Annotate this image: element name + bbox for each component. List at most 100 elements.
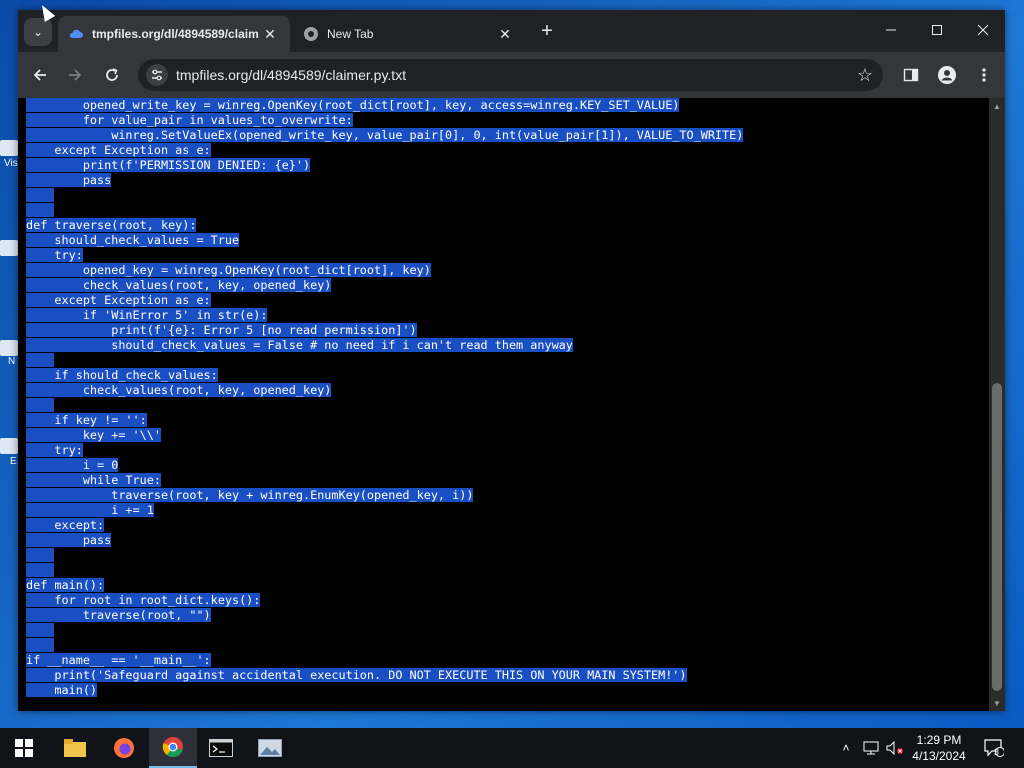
code-line-text: should_check_values = False # no need if…	[26, 338, 573, 352]
desktop-icon[interactable]	[0, 240, 18, 256]
code-line	[26, 188, 743, 203]
browser-toolbar: tmpfiles.org/dl/4894589/claimer.py.txt ☆	[18, 52, 1005, 98]
close-tab-icon[interactable]: ✕	[495, 26, 515, 43]
reload-button[interactable]	[99, 62, 125, 88]
code-line: key += '\\'	[26, 428, 743, 443]
notification-center-button[interactable]: 3	[980, 728, 1008, 768]
maximize-icon	[932, 25, 942, 35]
clock-time: 1:29 PM	[916, 733, 962, 747]
code-line: pass	[26, 173, 743, 188]
start-button[interactable]	[0, 728, 48, 768]
network-status[interactable]	[860, 728, 882, 768]
desktop-icon[interactable]	[0, 140, 18, 156]
tab-new-tab[interactable]: New Tab ✕	[293, 16, 525, 52]
code-line-text	[26, 563, 55, 577]
code-line-text	[26, 548, 55, 562]
terminal-icon	[209, 739, 233, 757]
chevron-up-icon: ˄	[842, 741, 850, 755]
menu-button[interactable]	[973, 64, 995, 86]
code-line-text: except Exception as e:	[26, 143, 211, 157]
code-line: print('Safeguard against accidental exec…	[26, 668, 743, 683]
photos-icon	[258, 739, 282, 757]
code-line: except Exception as e:	[26, 293, 743, 308]
code-line-text: opened_write_key = winreg.OpenKey(root_d…	[26, 98, 680, 112]
code-line-text: should_check_values = True	[26, 233, 240, 247]
code-line: check_values(root, key, opened_key)	[26, 383, 743, 398]
code-text: opened_write_key = winreg.OpenKey(root_d…	[26, 98, 744, 698]
close-icon	[977, 24, 989, 36]
bookmark-star-icon[interactable]: ☆	[857, 65, 873, 86]
code-line: should_check_values = True	[26, 233, 743, 248]
side-panel-icon	[903, 68, 919, 82]
scroll-up-icon[interactable]: ▲	[989, 98, 1005, 114]
code-line-text: if 'WinError 5' in str(e):	[26, 308, 268, 322]
code-line-text: check_values(root, key, opened_key)	[26, 278, 332, 292]
show-hidden-icons-button[interactable]: ˄	[836, 728, 856, 768]
code-line: print(f'PERMISSION DENIED: {e}')	[26, 158, 743, 173]
reload-icon	[106, 68, 118, 81]
minimize-button[interactable]	[868, 10, 914, 50]
side-panel-button[interactable]	[900, 64, 922, 86]
code-line-text: print('Safeguard against accidental exec…	[26, 668, 687, 682]
code-line-text: pass	[26, 173, 112, 187]
scroll-thumb[interactable]	[992, 383, 1002, 691]
file-explorer-icon	[64, 739, 86, 757]
taskbar-chrome[interactable]	[149, 728, 197, 768]
code-line-text: traverse(root, "")	[26, 608, 211, 622]
tab-search-button[interactable]: ⌄	[24, 18, 52, 46]
code-line-text: if should_check_values:	[26, 368, 218, 382]
tab-claimer[interactable]: tmpfiles.org/dl/4894589/claim ✕	[58, 16, 290, 52]
network-icon	[863, 741, 879, 755]
code-line: if 'WinError 5' in str(e):	[26, 308, 743, 323]
code-line	[26, 203, 743, 218]
code-line: check_values(root, key, opened_key)	[26, 278, 743, 293]
maximize-button[interactable]	[914, 10, 960, 50]
code-line	[26, 638, 743, 653]
code-line-text: try:	[26, 248, 83, 262]
scrollbar[interactable]: ▲ ▼	[989, 98, 1005, 711]
clock-date: 4/13/2024	[912, 749, 966, 763]
taskbar: ˄ 1:29 PM 4/13/2024 3	[0, 728, 1024, 768]
taskbar-file-explorer[interactable]	[51, 728, 99, 768]
back-button[interactable]	[27, 62, 53, 88]
code-line-text: def main():	[26, 578, 105, 592]
taskbar-firefox[interactable]	[100, 728, 148, 768]
desktop-icon-label: N	[8, 356, 16, 367]
profile-icon	[938, 66, 956, 84]
code-line: main()	[26, 683, 743, 698]
address-bar[interactable]: tmpfiles.org/dl/4894589/claimer.py.txt ☆	[138, 59, 883, 91]
system-clock[interactable]: 1:29 PM 4/13/2024	[906, 732, 972, 764]
taskbar-terminal[interactable]	[197, 728, 245, 768]
site-info-button[interactable]	[146, 64, 168, 86]
code-line-text: winreg.SetValueEx(opened_write_key, valu…	[26, 128, 744, 142]
code-line-text: main()	[26, 683, 98, 697]
code-line-text: def traverse(root, key):	[26, 218, 197, 232]
close-window-button[interactable]	[960, 10, 1006, 50]
scroll-down-icon[interactable]: ▼	[989, 695, 1005, 711]
code-line-text: key += '\\'	[26, 428, 161, 442]
code-line: def traverse(root, key):	[26, 218, 743, 233]
profile-button[interactable]	[936, 64, 958, 86]
code-line: traverse(root, key + winreg.EnumKey(open…	[26, 488, 743, 503]
volume-muted-icon	[886, 741, 903, 755]
code-line-text: except Exception as e:	[26, 293, 211, 307]
code-line-text: for root in root_dict.keys():	[26, 593, 261, 607]
code-line: pass	[26, 533, 743, 548]
code-line: for value_pair in values_to_overwrite:	[26, 113, 743, 128]
taskbar-photos[interactable]	[246, 728, 294, 768]
code-line-text: check_values(root, key, opened_key)	[26, 383, 332, 397]
code-line: i = 0	[26, 458, 743, 473]
code-line: traverse(root, "")	[26, 608, 743, 623]
close-tab-icon[interactable]: ✕	[260, 26, 280, 43]
new-tab-button[interactable]: +	[536, 20, 558, 42]
firefox-icon	[114, 738, 134, 758]
code-line-text	[26, 188, 55, 202]
arrow-left-icon	[33, 69, 46, 81]
forward-button[interactable]	[62, 62, 88, 88]
desktop-icon-label: Vis	[4, 158, 18, 169]
tab-strip: ⌄ tmpfiles.org/dl/4894589/claim ✕ New Ta…	[18, 10, 1005, 52]
desktop-icon[interactable]	[0, 340, 18, 356]
desktop-icon[interactable]	[0, 438, 18, 454]
code-line: winreg.SetValueEx(opened_write_key, valu…	[26, 128, 744, 143]
volume-status[interactable]	[884, 728, 906, 768]
